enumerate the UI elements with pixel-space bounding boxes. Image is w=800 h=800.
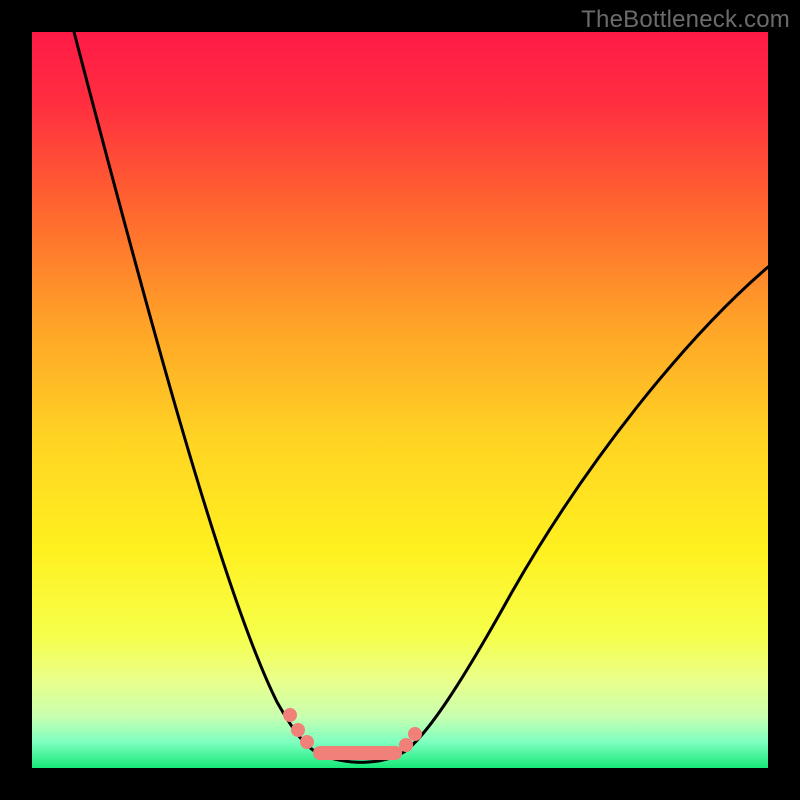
- highlight-dots: [290, 715, 415, 753]
- curve-layer: [32, 32, 768, 768]
- bottleneck-curve: [74, 32, 768, 762]
- chart-frame: TheBottleneck.com: [0, 0, 800, 800]
- plot-area: [32, 32, 768, 768]
- watermark-text: TheBottleneck.com: [581, 6, 790, 34]
